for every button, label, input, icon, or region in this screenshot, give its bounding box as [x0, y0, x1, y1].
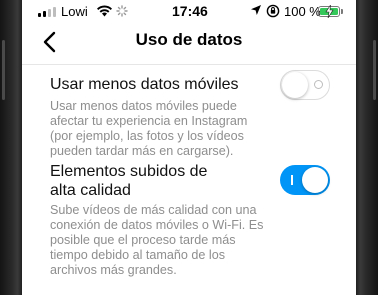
description-line: Usar menos datos móviles puede — [50, 99, 237, 113]
description-line: tiempo debido al tamaño de los — [50, 248, 226, 262]
rotation-lock-icon — [266, 4, 280, 21]
toggle-knob — [302, 167, 328, 193]
description-line: pueden tardar más en cargarse). — [50, 144, 234, 158]
battery-charging-icon — [318, 5, 340, 18]
signal-icon — [38, 7, 58, 17]
description-line: (por ejemplo, las fotos y los vídeos — [50, 129, 244, 143]
screen: Lowi 17:46 100 % Uso de datos Usar menos… — [22, 0, 356, 295]
title-line: Elementos subidos de — [50, 163, 208, 180]
page-title: Uso de datos — [135, 30, 243, 49]
phone-frame-right — [356, 0, 378, 295]
location-icon — [250, 4, 262, 19]
description-line: afectar tu experiencia en Instagram — [50, 114, 248, 128]
setting-title-less-data: Usar menos datos móviles — [50, 76, 239, 93]
battery-cap — [341, 9, 343, 14]
wifi-icon — [96, 4, 113, 20]
status-time: 17:46 — [172, 3, 208, 19]
battery-percent: 100 % — [284, 4, 321, 19]
description-line: Sube vídeos de más calidad con una — [50, 203, 257, 217]
high-quality-uploads-toggle[interactable] — [280, 165, 330, 195]
setting-description-high-quality: Sube vídeos de más calidad con una conex… — [50, 203, 263, 278]
description-line: posible que el proceso tarde más — [50, 233, 236, 247]
status-bar: Lowi 17:46 100 % — [22, 0, 356, 24]
toggle-off-mark — [314, 80, 323, 89]
setting-description-less-data: Usar menos datos móviles puede afectar t… — [50, 99, 247, 159]
description-line: archivos más grandes. — [50, 263, 177, 277]
description-line: conexión de datos móviles o Wi-Fi. Es — [50, 218, 264, 232]
carrier-name: Lowi — [61, 4, 88, 19]
toggle-on-mark — [291, 175, 293, 185]
loading-icon — [116, 5, 128, 20]
nav-divider — [22, 64, 356, 65]
title-line: alta calidad — [50, 182, 131, 199]
phone-frame-left — [0, 0, 22, 295]
less-data-toggle[interactable] — [280, 70, 330, 100]
setting-title-high-quality: Elementos subidos de alta calidad — [50, 162, 207, 200]
toggle-knob — [282, 72, 308, 98]
